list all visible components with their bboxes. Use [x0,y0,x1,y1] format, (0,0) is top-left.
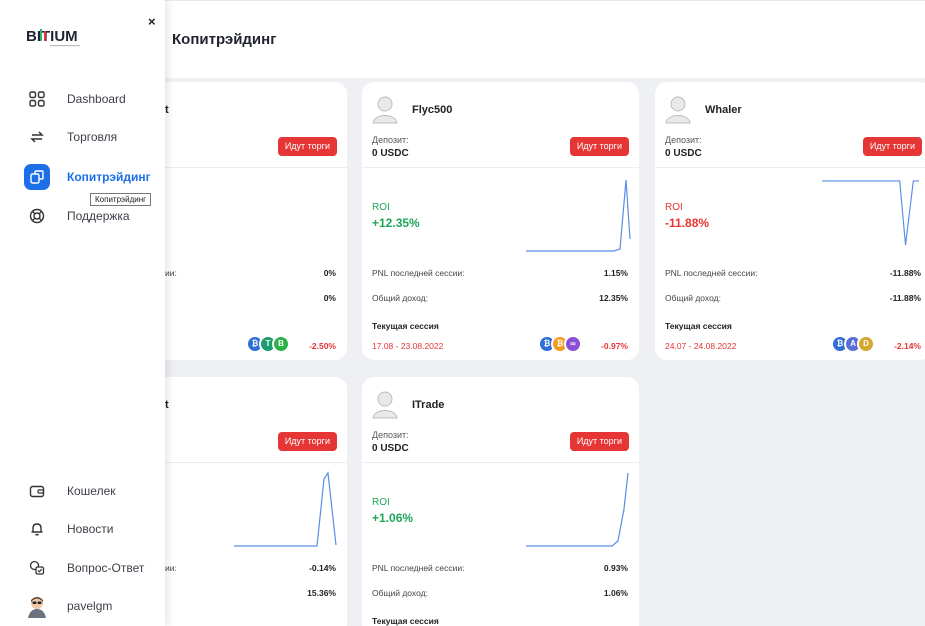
pnl-last-label: PNL последней сессии: [665,268,758,278]
user-avatar-icon [665,96,691,124]
exchange-arrows-icon [24,124,50,150]
total-income-value: 1.06% [603,588,628,598]
sidebar-item-trading[interactable]: Торговля [24,122,162,152]
bell-icon [24,516,50,542]
pnl-last-value: 1.15% [603,268,628,278]
lifebuoy-icon [24,203,50,229]
bitium-logo: BITIUM [26,28,80,47]
sidebar-item-faq[interactable]: Вопрос-Ответ [24,553,162,583]
sidebar-item-label: Dashboard [67,92,126,106]
sidebar-item-label: Вопрос-Ответ [67,561,145,575]
total-income-value: 12.35% [599,293,628,303]
sidebar-item-dashboard[interactable]: Dashboard [24,84,162,114]
dashboard-grid-icon [24,86,50,112]
user-avatar-icon [372,391,398,419]
card-header: Whaler Депозит: 0 USDC Идут торги [655,82,925,168]
card-header: ITrade Депозит: 0 USDC Идут торги [362,377,639,463]
total-income-label: Общий доход: [665,293,721,303]
sidebar-item-label: Кошелек [67,484,116,498]
pnl-last-label: PNL последней сессии: [372,268,465,278]
current-session-title: Текущая сессия [372,321,439,331]
sidebar-item-profile[interactable]: pavelgm [24,591,162,621]
sidebar-item-copytrading[interactable]: Копитрэйдинг [24,162,162,192]
trading-status-button[interactable]: Идут торги [569,137,629,156]
total-income-value: 15.36% [307,588,336,598]
pnl-last-value: -11.88% [889,268,921,278]
copy-icon [24,164,50,190]
deposit-value: 0 USDC [665,148,702,159]
trader-card[interactable]: Flyc500 Депозит: 0 USDC Идут торги ROI +… [362,82,639,360]
trader-name: ITrade [412,399,445,411]
roi-sparkline [234,471,337,547]
roi-sparkline [526,472,629,547]
session-dates: 17.08 - 23.08.2022 [372,341,444,351]
pnl-last-value: -0.14% [309,563,336,573]
pnl-last-value: 0.93% [603,563,628,573]
wallet-icon [24,478,50,504]
deposit-label: Депозит: [665,135,702,145]
faq-icon [24,555,50,581]
session-dates: 24.07 - 24.08.2022 [665,341,737,351]
current-session-title: Текущая сессия [665,321,732,331]
deposit-label: Депозит: [372,430,409,440]
roi-value: +12.35% [372,216,420,230]
trader-name: t [165,399,169,411]
trading-status-button[interactable]: Идут торги [569,432,629,451]
card-header: Flyc500 Депозит: 0 USDC Идут торги [362,82,639,168]
roi-value: -11.88% [665,216,710,230]
coin-icons: ₿ T B [246,335,296,353]
logo-text: BITIUM [26,28,78,45]
sidebar-item-label: pavelgm [67,599,113,613]
session-pnl: -2.50% [309,341,336,351]
page-title: Копитрэйдинг [172,31,277,48]
binance-coin-icon: B [272,335,290,353]
sidebar-item-label: Торговля [67,130,118,144]
sidebar-item-support[interactable]: Поддержка [24,201,162,231]
coin-icons: ₿ A D [831,335,881,353]
roi-sparkline [526,179,631,252]
roi-label: ROI [372,202,390,213]
total-income-value: -11.88% [889,293,921,303]
sidebar-item-label: Новости [67,522,114,536]
sidebar-item-news[interactable]: Новости [24,514,162,544]
roi-sparkline [821,180,920,246]
dogecoin-coin-icon: D [857,335,875,353]
sidebar: × BITIUM Dashboard Торговля Копитрэйдинг… [0,0,165,626]
pnl-last-value: 0% [323,268,336,278]
trading-status-button[interactable]: Идут торги [277,137,337,156]
sidebar-item-label: Копитрэйдинг [67,170,151,184]
user-avatar-icon [28,597,46,618]
total-income-value: 0% [323,293,336,303]
total-income-label: Общий доход: [372,588,428,598]
roi-label: ROI [372,497,390,508]
coin-icons: ₿ ₿ ∞ [538,335,588,353]
session-pnl: -0.97% [601,341,628,351]
trader-name: t [165,104,169,116]
close-sidebar-button[interactable]: × [148,14,156,29]
trader-name: Flyc500 [412,104,453,116]
pnl-last-label: ии: [165,563,177,573]
pnl-last-label: PNL последней сессии: [372,563,465,573]
deposit-label: Депозит: [372,135,409,145]
session-pnl: -2.14% [894,341,921,351]
trading-status-button[interactable]: Идут торги [277,432,337,451]
trading-status-button[interactable]: Идут торги [862,137,922,156]
trader-card[interactable]: ITrade Депозит: 0 USDC Идут торги ROI +1… [362,377,639,626]
user-avatar-icon [372,96,398,124]
roi-value: +1.06% [372,511,414,525]
sidebar-item-label: Поддержка [67,209,130,223]
total-income-label: Общий доход: [372,293,428,303]
pnl-last-label: ии: [165,268,177,278]
deposit-value: 0 USDC [372,148,409,159]
trader-name: Whaler [705,104,742,116]
roi-label: ROI [665,202,683,213]
deposit-value: 0 USDC [372,443,409,454]
chain-coin-icon: ∞ [564,335,582,353]
trader-card[interactable]: Whaler Депозит: 0 USDC Идут торги ROI -1… [655,82,925,360]
sidebar-item-wallet[interactable]: Кошелек [24,476,162,506]
current-session-title: Текущая сессия [372,616,439,626]
